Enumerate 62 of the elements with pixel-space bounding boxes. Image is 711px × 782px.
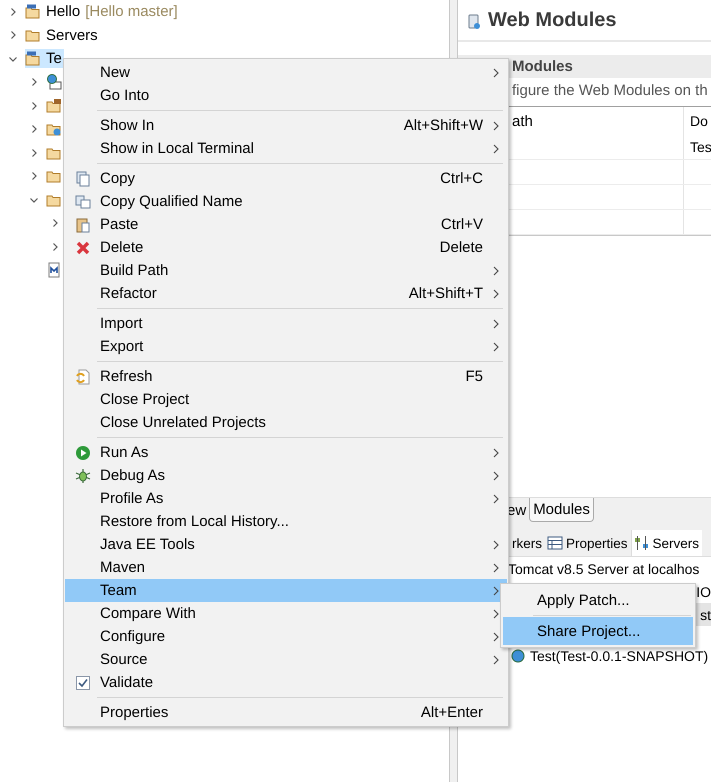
view-tab[interactable]: rkers [510, 530, 545, 556]
chevron-icon[interactable] [8, 6, 18, 17]
editor-title: Web Modules [488, 8, 617, 32]
delete-icon [74, 240, 90, 256]
folder-icon [25, 50, 41, 67]
chevron-icon[interactable] [50, 242, 60, 252]
menu-item[interactable]: New [65, 61, 507, 84]
clipboard-icon [74, 216, 90, 232]
chevron-icon[interactable] [29, 100, 39, 111]
table-cell: Tes [683, 135, 711, 159]
run-icon [74, 444, 90, 460]
server-icon [466, 14, 482, 30]
menu-item[interactable]: Maven [65, 556, 507, 579]
table-icon [547, 535, 563, 551]
tree-item[interactable]: Te [25, 49, 64, 68]
menu-item[interactable]: Delete Delete [65, 236, 507, 259]
copy-icon [74, 170, 90, 186]
menu-item[interactable]: Import [65, 312, 507, 335]
chevron-icon[interactable] [8, 30, 18, 40]
menu-item[interactable]: Profile As [65, 487, 507, 510]
chevron-icon[interactable] [50, 218, 60, 228]
view-tab[interactable]: Servers [630, 530, 702, 556]
menu-item[interactable]: Debug As [65, 464, 507, 487]
chevron-icon[interactable] [29, 77, 39, 88]
menu-item[interactable]: Export [65, 335, 507, 358]
section-description: figure the Web Modules on th [511, 81, 709, 101]
menu-item[interactable]: Java EE Tools [65, 533, 507, 556]
menu-item[interactable]: Show in Local Terminal [65, 137, 507, 160]
menu-item[interactable]: Refactor Alt+Shift+T [65, 282, 507, 305]
tree-item[interactable]: Hello [Hello master] [25, 2, 180, 22]
menu-item[interactable]: Close Project [65, 388, 507, 411]
module-icon [510, 648, 526, 664]
servers-icon [634, 535, 650, 551]
menu-item[interactable]: Team [65, 579, 507, 602]
menu-item[interactable]: Copy Ctrl+C [65, 167, 507, 190]
menu-item[interactable]: Build Path [65, 259, 507, 282]
column-header: Do [683, 107, 711, 135]
menu-item[interactable]: Share Project... [503, 617, 693, 645]
menu-item[interactable]: Validate [65, 671, 507, 694]
menu-item[interactable]: Paste Ctrl+V [65, 213, 507, 236]
menu-item[interactable]: Refresh F5 [65, 365, 507, 388]
menu-item[interactable]: Close Unrelated Projects [65, 411, 507, 434]
view-tab[interactable]: Properties [545, 530, 631, 556]
menu-item[interactable]: Copy Qualified Name [65, 190, 507, 213]
menu-item[interactable]: Show In Alt+Shift+W [65, 114, 507, 137]
menu-item[interactable]: Restore from Local History... [65, 510, 507, 533]
bug-icon [74, 468, 90, 484]
file-icon [46, 262, 62, 278]
menu-item[interactable]: Go Into [65, 84, 507, 107]
folder-icon [25, 4, 41, 20]
chevron-icon[interactable] [29, 148, 39, 158]
menu-item[interactable]: Properties Alt+Enter [65, 701, 507, 724]
editor-tab[interactable]: Modules [529, 498, 594, 522]
tree-item[interactable]: Servers [25, 26, 100, 45]
chevron-icon[interactable] [29, 124, 39, 134]
copy-icon [74, 194, 90, 210]
menu-item[interactable]: Run As [65, 441, 507, 464]
refresh-icon [74, 368, 90, 384]
globe-icon [46, 74, 62, 90]
chevron-icon[interactable] [29, 171, 39, 182]
section-title: Modules [512, 58, 573, 75]
folder-icon [46, 98, 62, 114]
